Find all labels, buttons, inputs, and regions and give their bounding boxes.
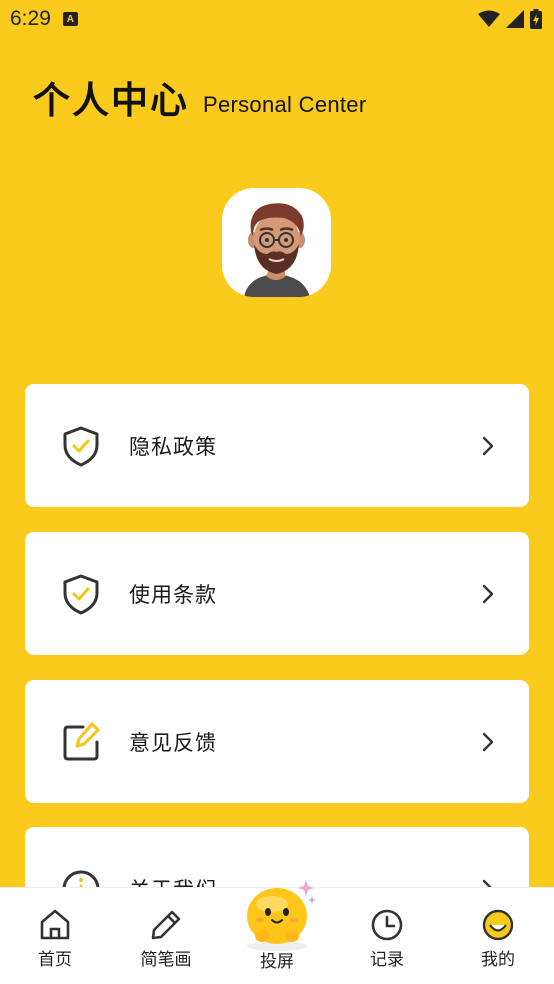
menu-item-feedback[interactable]: 意见反馈	[25, 680, 529, 803]
nav-label: 记录	[370, 950, 404, 970]
menu-item-label: 隐私政策	[129, 434, 217, 459]
nav-item-home[interactable]: 首页	[10, 888, 100, 984]
nav-label: 首页	[38, 950, 72, 970]
home-icon	[40, 909, 70, 940]
chevron-right-icon	[482, 732, 494, 751]
menu-item-label: 使用条款	[129, 582, 217, 607]
nav-item-records[interactable]: 记录	[342, 888, 432, 984]
status-right	[478, 9, 542, 29]
page-title: 个人中心	[33, 79, 189, 122]
notification-a-icon: A	[62, 12, 78, 26]
menu-item-terms-of-use[interactable]: 使用条款	[25, 532, 529, 655]
pencil-icon	[151, 910, 181, 940]
shield-check-icon	[63, 426, 99, 466]
status-left: 6:29 A	[10, 7, 78, 31]
nav-label: 我的	[481, 950, 515, 970]
page-subtitle: Personal Center	[203, 92, 367, 117]
mascot-icon	[247, 880, 316, 951]
nav-label: 简笔画	[140, 950, 192, 970]
battery-charging-icon	[530, 9, 542, 29]
signal-icon	[506, 10, 524, 28]
menu-item-label: 意见反馈	[129, 730, 217, 755]
smile-icon	[482, 909, 514, 941]
avatar[interactable]	[222, 188, 331, 297]
chevron-right-icon	[482, 436, 494, 455]
bottom-nav: 首页 简笔画 投屏 记录 我的	[0, 880, 554, 984]
wifi-icon	[478, 10, 500, 27]
menu-item-privacy-policy[interactable]: 隐私政策	[25, 384, 529, 507]
nav-item-drawing[interactable]: 简笔画	[121, 888, 211, 984]
clock-icon	[371, 909, 403, 941]
chevron-right-icon	[482, 584, 494, 603]
status-bar: 6:29 A	[0, 0, 554, 38]
nav-label: 投屏	[260, 952, 294, 972]
edit-icon	[63, 722, 100, 760]
avatar-image	[244, 203, 310, 297]
nav-item-mine[interactable]: 我的	[453, 888, 543, 984]
status-time: 6:29	[10, 7, 51, 30]
shield-check-icon	[63, 574, 99, 614]
page-header: 个人中心 Personal Center	[33, 70, 366, 124]
